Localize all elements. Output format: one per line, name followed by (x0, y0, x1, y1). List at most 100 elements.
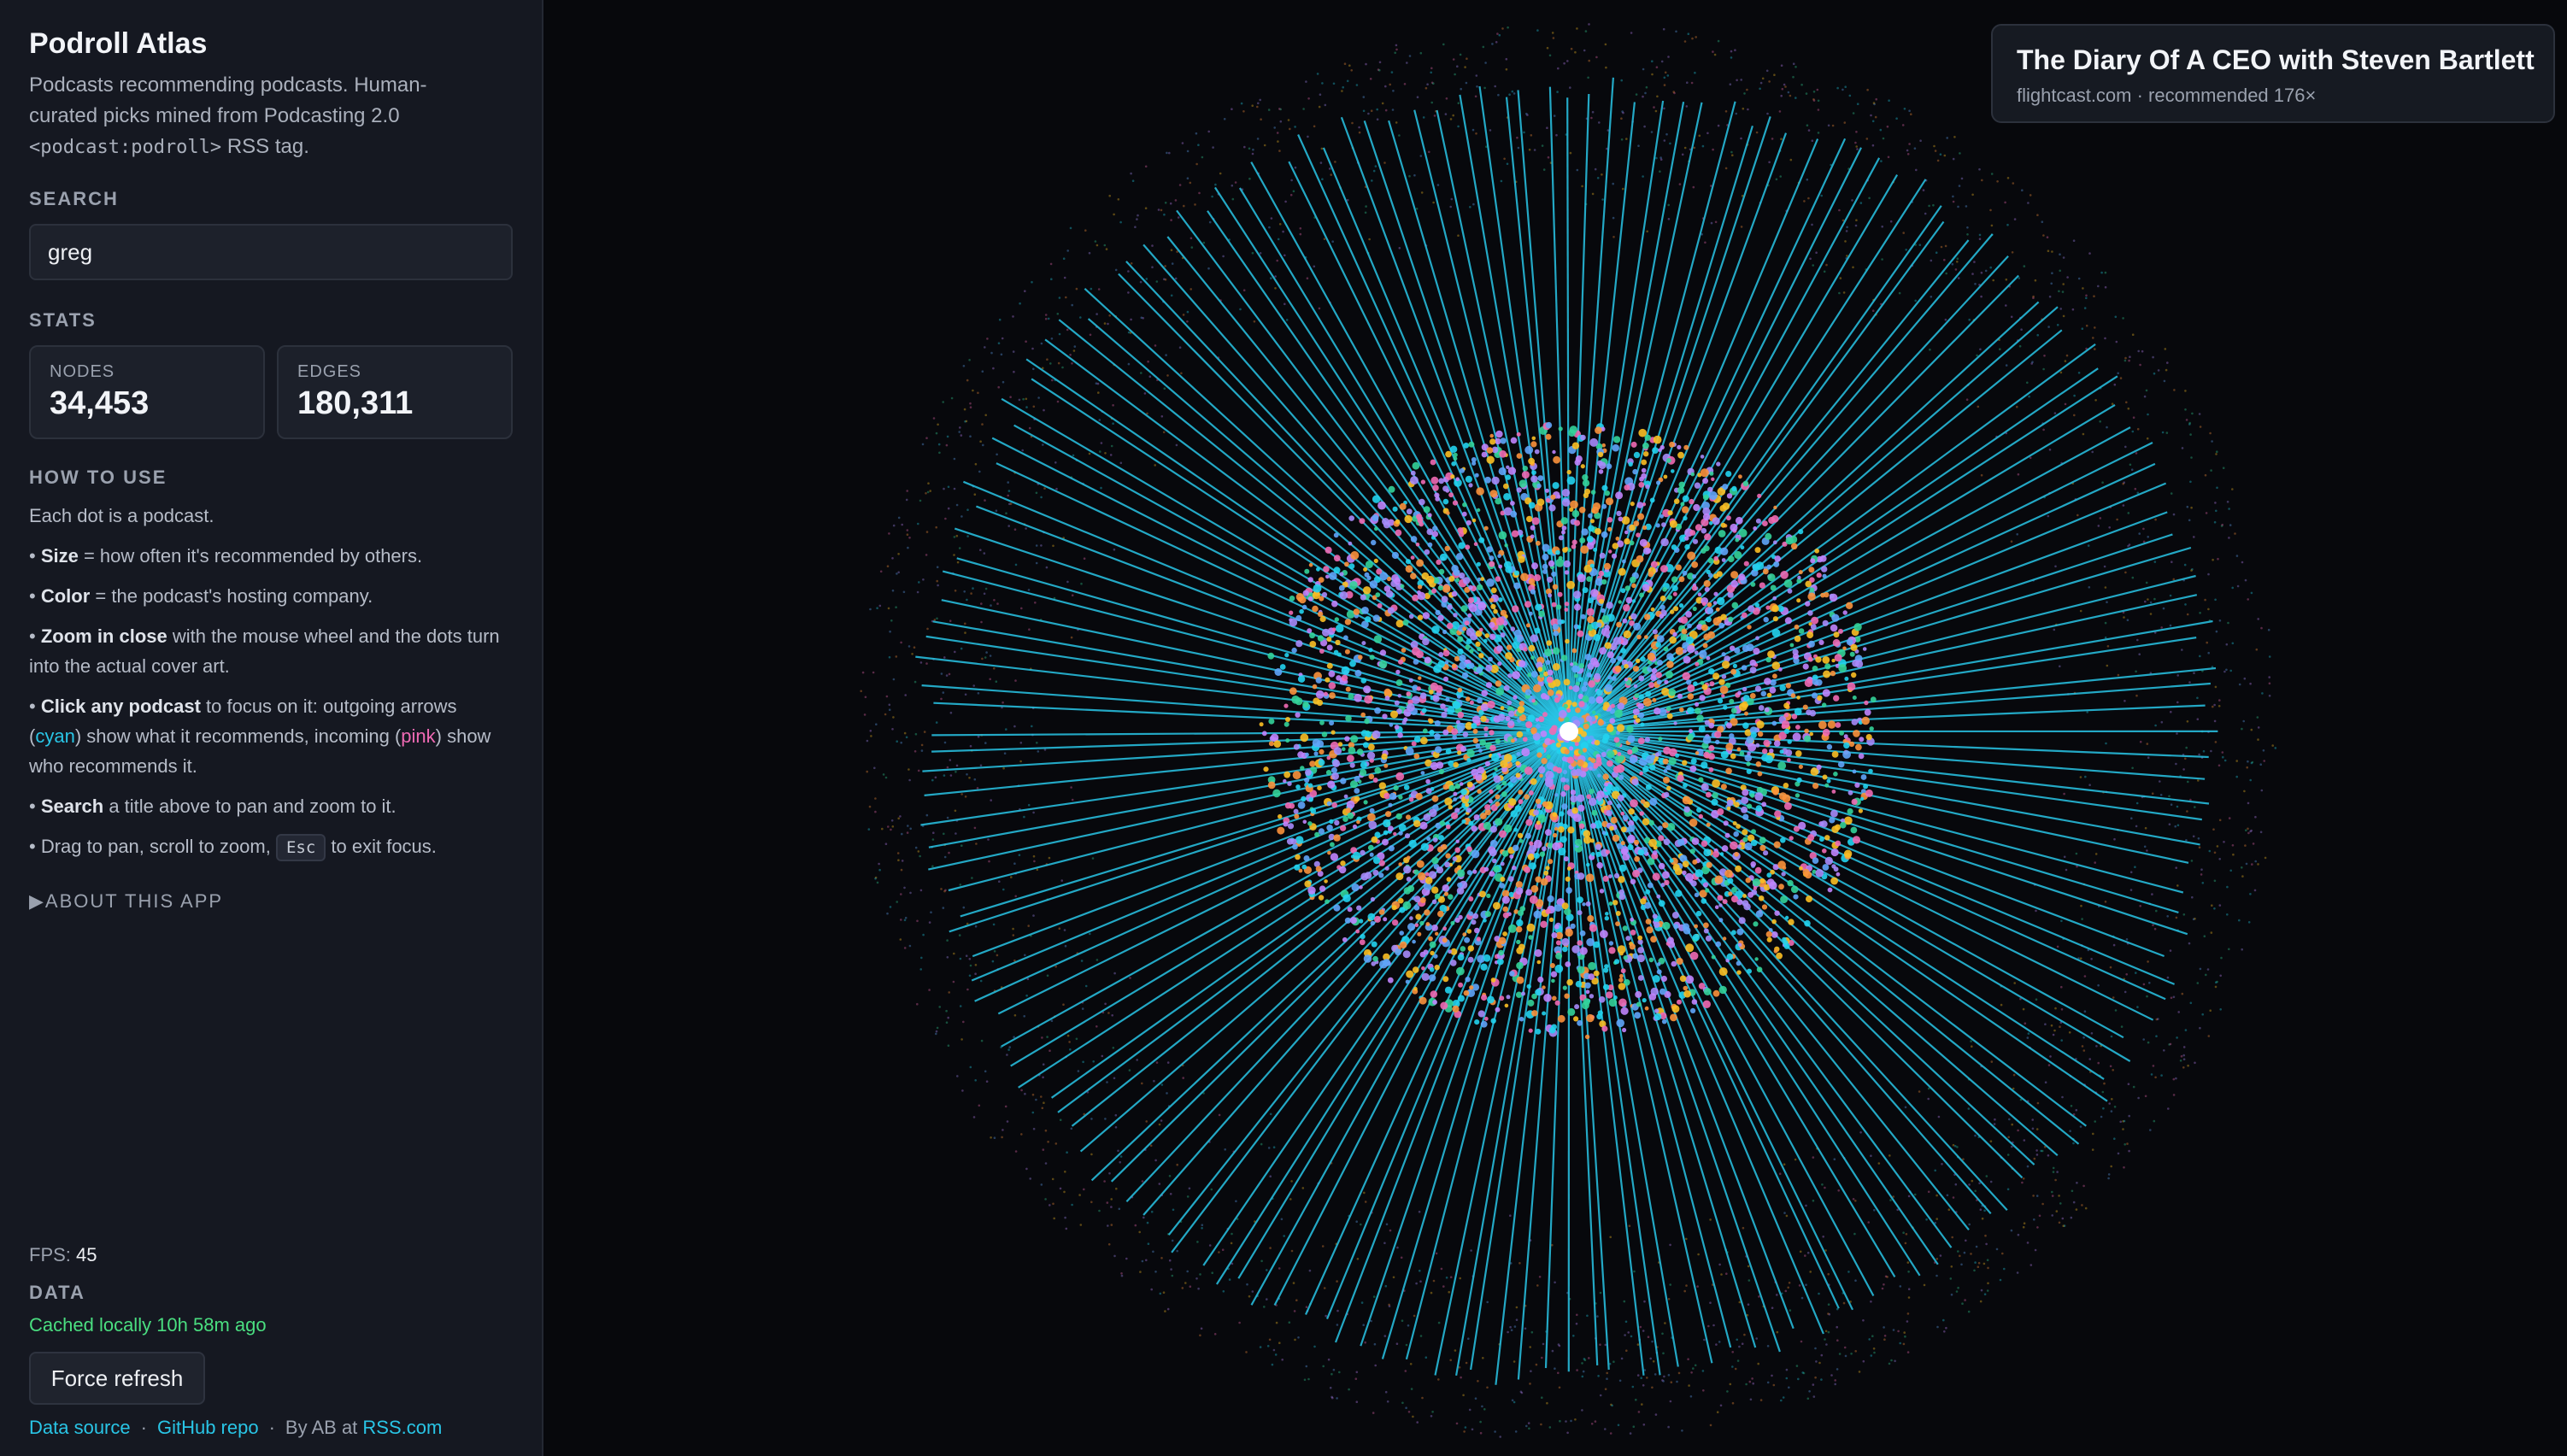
node-dot (2126, 1142, 2129, 1145)
node-dot (932, 417, 936, 420)
node-dot (2198, 413, 2201, 415)
node-dot (1889, 220, 1893, 223)
node-dot (2135, 825, 2138, 828)
node-dot (1166, 1092, 1168, 1095)
node-dot (1327, 850, 1331, 855)
node-dot (2243, 677, 2247, 680)
node-dot (1268, 226, 1271, 229)
node-dot (2104, 621, 2107, 625)
node-dot (2217, 705, 2221, 707)
node-dot (1906, 153, 1910, 156)
node-dot (1113, 972, 1116, 975)
node-dot (1672, 91, 1675, 93)
node-dot (1373, 558, 1378, 564)
node-dot (1889, 1199, 1892, 1201)
node-dot (1754, 957, 1759, 961)
node-dot (1742, 837, 1748, 842)
node-dot (1566, 469, 1571, 475)
podcast-graph-canvas[interactable] (545, 0, 2567, 1456)
node-dot (1989, 1180, 1993, 1183)
node-dot (925, 554, 928, 556)
node-dot (1558, 535, 1564, 541)
node-dot (1343, 62, 1347, 65)
node-dot (1683, 985, 1689, 991)
node-dot (1990, 224, 1994, 227)
node-dot (1819, 837, 1824, 842)
node-dot (943, 855, 947, 859)
node-dot (2228, 948, 2230, 951)
node-dot (876, 607, 878, 609)
node-dot (1463, 989, 1470, 996)
node-dot (984, 499, 986, 502)
node-dot (1560, 791, 1566, 797)
node-dot (1648, 993, 1657, 1001)
node-dot (937, 584, 939, 587)
node-dot (1680, 616, 1689, 624)
node-dot (1545, 433, 1552, 440)
node-dot (1718, 985, 1727, 995)
search-input[interactable] (29, 224, 513, 280)
data-source-link[interactable]: Data source (29, 1417, 131, 1438)
node-dot (1974, 1134, 1977, 1137)
node-dot (1024, 290, 1026, 293)
rss-com-link[interactable]: RSS.com (362, 1417, 442, 1438)
node-dot (1651, 1386, 1654, 1389)
node-dot (1852, 112, 1855, 114)
node-dot (1103, 1180, 1106, 1183)
node-dot (2142, 527, 2145, 531)
footer: Data source · GitHub repo · By AB at RSS.com (29, 1417, 442, 1439)
node-dot (2000, 1003, 2003, 1007)
node-dot (1862, 1359, 1865, 1363)
node-dot (1365, 62, 1367, 66)
node-dot (1604, 1343, 1607, 1347)
node-dot (1588, 961, 1596, 971)
node-dot (980, 1039, 984, 1042)
node-dot (968, 958, 972, 960)
node-dot (1462, 626, 1467, 631)
node-dot (1438, 478, 1445, 484)
edge-line (1084, 287, 1570, 732)
node-dot (1990, 173, 1994, 175)
node-dot (1587, 76, 1589, 79)
node-dot (2143, 845, 2147, 848)
node-dot (1466, 781, 1473, 788)
node-dot (1752, 1382, 1754, 1385)
force-refresh-button[interactable]: Force refresh (29, 1352, 205, 1405)
node-dot (878, 604, 882, 608)
node-dot (1566, 1431, 1569, 1435)
node-dot (2065, 868, 2068, 872)
node-dot (1151, 244, 1154, 247)
node-dot (1772, 1383, 1776, 1387)
node-dot (919, 499, 922, 502)
node-dot (1336, 1397, 1338, 1400)
node-dot (906, 529, 909, 531)
node-dot (1939, 1254, 1942, 1257)
howto-zoom-bold: Zoom in close (40, 625, 167, 647)
node-dot (953, 554, 955, 556)
node-dot (1344, 619, 1352, 625)
node-dot (1404, 514, 1413, 524)
node-dot (2153, 597, 2156, 601)
node-dot (1731, 1365, 1734, 1368)
node-dot (1483, 919, 1487, 923)
node-dot (1117, 198, 1120, 201)
github-repo-link[interactable]: GitHub repo (157, 1417, 259, 1438)
node-dot (1426, 83, 1429, 85)
node-dot (1530, 134, 1533, 137)
node-dot (2155, 1035, 2158, 1037)
node-dot (2186, 720, 2189, 723)
node-dot (1907, 1296, 1911, 1299)
node-dot (1571, 648, 1577, 654)
node-dot (1577, 896, 1583, 903)
about-toggle[interactable]: ▶ABOUT THIS APP (29, 890, 223, 913)
node-dot (2063, 792, 2065, 796)
node-dot (1785, 1377, 1789, 1380)
node-dot (1707, 557, 1714, 564)
node-dot (2136, 638, 2139, 642)
node-dot (1166, 1061, 1170, 1064)
node-dot (1112, 404, 1114, 407)
node-dot (1398, 795, 1403, 800)
node-dot (2050, 282, 2053, 285)
node-dot (1354, 1377, 1358, 1380)
node-dot (1923, 1283, 1926, 1287)
